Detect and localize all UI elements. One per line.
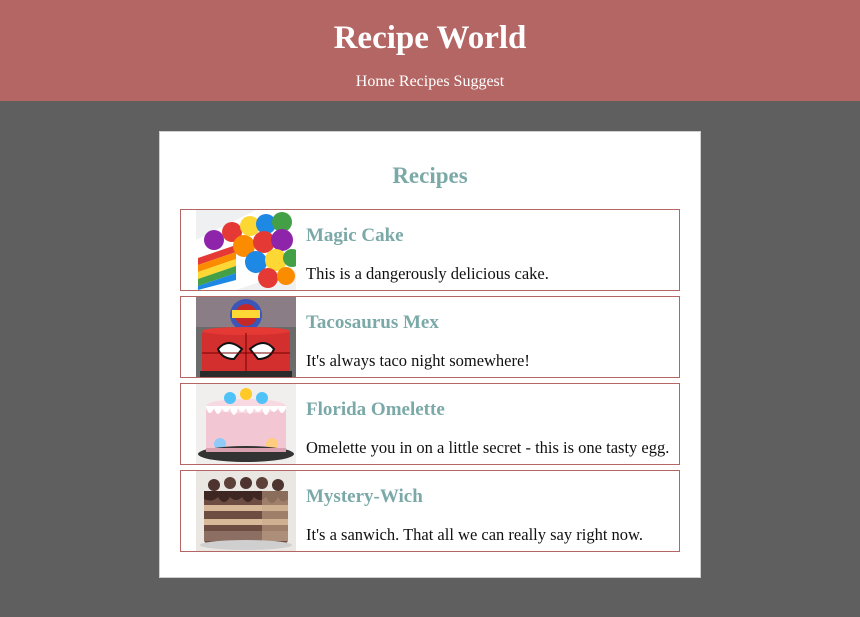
- site-header: Recipe World Home Recipes Suggest: [0, 0, 860, 101]
- main-nav: Home Recipes Suggest: [0, 72, 860, 92]
- chocolate-cake-image: [196, 471, 296, 551]
- rainbow-cake-image: [196, 210, 296, 290]
- recipe-card-tacosaurus-mex[interactable]: Tacosaurus Mex It's always taco night so…: [180, 296, 680, 378]
- recipe-list: Magic Cake This is a dangerously delicio…: [180, 209, 680, 557]
- recipe-description: It's always taco night somewhere!: [306, 351, 530, 370]
- recipe-title[interactable]: Tacosaurus Mex: [306, 312, 439, 334]
- recipe-card-magic-cake[interactable]: Magic Cake This is a dangerously delicio…: [180, 209, 680, 291]
- recipe-description: It's a sanwich. That all we can really s…: [306, 525, 643, 544]
- page-title: Recipes: [392, 163, 468, 188]
- site-title: Recipe World: [333, 20, 527, 56]
- pink-drip-cake-image: [196, 384, 296, 464]
- spiderman-cake-image: [196, 297, 296, 377]
- recipes-panel: Recipes Magic Cake This is a dangerously…: [159, 131, 701, 578]
- recipe-title[interactable]: Magic Cake: [306, 225, 404, 247]
- recipe-description: This is a dangerously delicious cake.: [306, 264, 549, 283]
- recipe-description: Omelette you in on a little secret - thi…: [306, 438, 670, 457]
- recipe-title[interactable]: Florida Omelette: [306, 399, 445, 421]
- nav-suggest-link[interactable]: Suggest: [454, 73, 505, 90]
- recipe-card-mystery-wich[interactable]: Mystery-Wich It's a sanwich. That all we…: [180, 470, 680, 552]
- recipe-card-florida-omelette[interactable]: Florida Omelette Omelette you in on a li…: [180, 383, 680, 465]
- nav-recipes-link[interactable]: Recipes: [399, 73, 450, 90]
- recipe-title[interactable]: Mystery-Wich: [306, 486, 423, 508]
- nav-home-link[interactable]: Home: [356, 73, 395, 90]
